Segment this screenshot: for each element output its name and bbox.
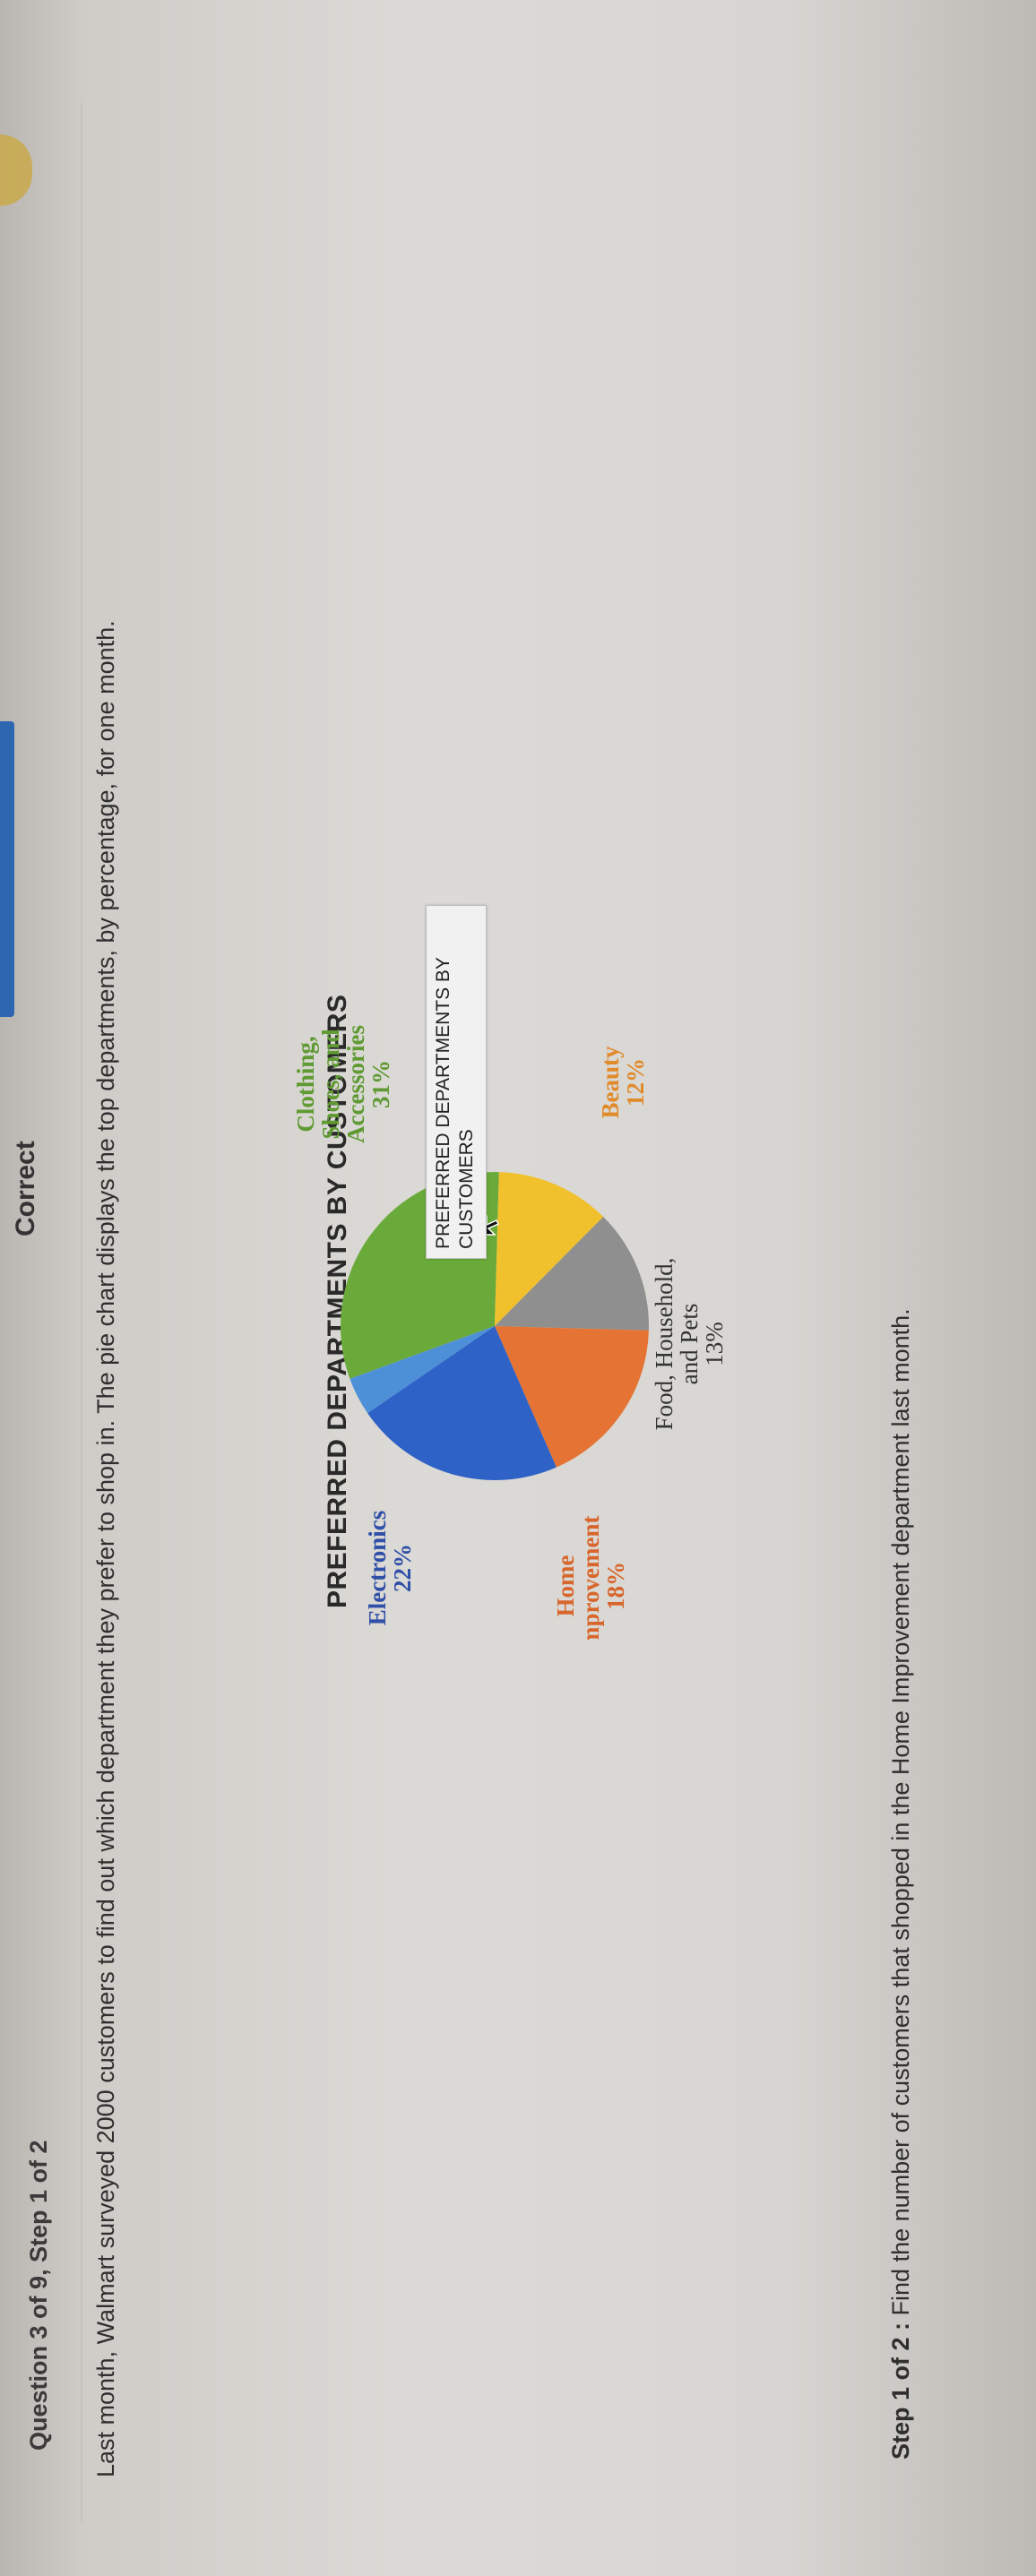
pie-slices bbox=[341, 1172, 649, 1480]
question-step-header: Question 3 of 9, Step 1 of 2 bbox=[25, 2140, 52, 2451]
step-instruction: Step 1 of 2 : Find the number of custome… bbox=[887, 130, 915, 2460]
chart-tooltip: PREFERRED DEPARTMENTS BY CUSTOMERS bbox=[426, 905, 487, 1259]
label-electronics: Electronics22% bbox=[364, 1511, 416, 1625]
label-food: Food, Household,and Pets13% bbox=[651, 1258, 726, 1431]
pie-chart: Clothing,Shoes, andAccessories31% Beauty1… bbox=[292, 1025, 726, 1640]
step-body: Find the number of customers that shoppe… bbox=[887, 1308, 914, 2316]
header-divider bbox=[81, 103, 82, 2522]
status-correct-label: Correct bbox=[11, 1141, 40, 1236]
corner-badge-icon[interactable] bbox=[0, 134, 32, 206]
photo-background: Question 3 of 9, Step 1 of 2 Correct Las… bbox=[0, 0, 1036, 2576]
question-prompt: Last month, Walmart surveyed 2000 custom… bbox=[92, 620, 119, 2477]
status-correct-bar bbox=[0, 721, 14, 1017]
label-home-improvement: HomeImprovement18% bbox=[552, 1516, 629, 1640]
label-beauty: Beauty12% bbox=[597, 1046, 649, 1119]
step-label: Step 1 of 2 : bbox=[887, 2322, 914, 2460]
label-clothing: Clothing,Shoes, andAccessories31% bbox=[292, 1025, 394, 1143]
screen-content: Question 3 of 9, Step 1 of 2 Correct Las… bbox=[0, 0, 1036, 2576]
